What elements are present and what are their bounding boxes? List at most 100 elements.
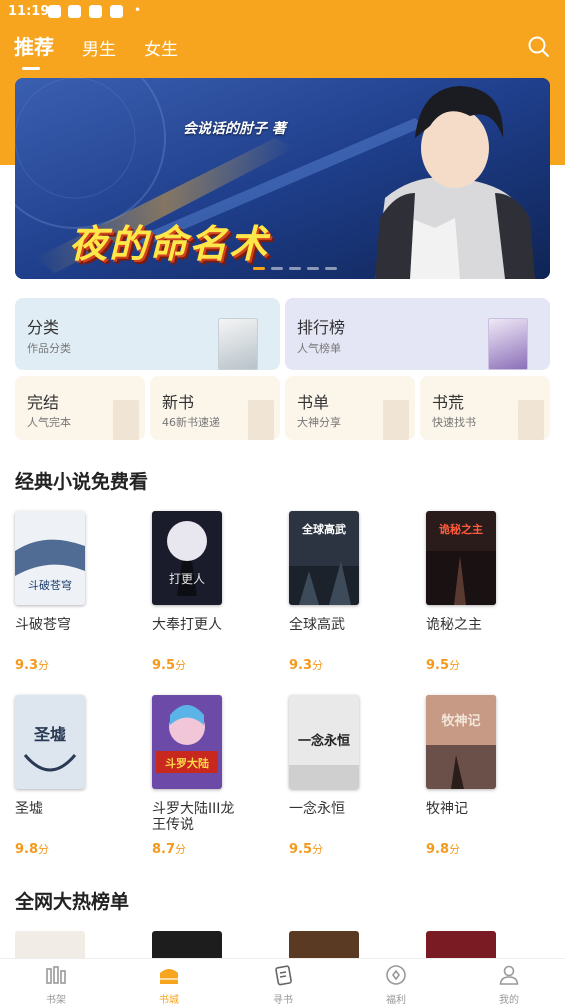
book-title: 斗罗大陆III龙王传说 <box>152 801 235 833</box>
book-title: 牧神记 <box>426 801 468 817</box>
nav-bookshelf[interactable]: 书架 <box>26 963 86 1006</box>
category-title: 新书 <box>162 393 195 412</box>
hot-book-cover[interactable] <box>15 931 85 958</box>
book-title: 一念永恒 <box>289 801 345 817</box>
banner-carousel[interactable]: 会说话的肘子 著 夜的命名术 <box>15 78 550 279</box>
status-bar: 11:19 • <box>0 0 565 24</box>
hot-book-cover[interactable] <box>289 931 359 958</box>
book-item[interactable]: 斗破苍穹 斗破苍穹 9.3分 <box>15 511 135 673</box>
carousel-dot <box>289 267 301 270</box>
nav-profile[interactable]: 我的 <box>479 963 539 1006</box>
category-title: 书荒 <box>432 393 465 412</box>
cover-art: 斗破苍穹 <box>15 539 85 592</box>
notification-icon <box>48 5 61 18</box>
category-card-booklist[interactable]: 书单 大神分享 <box>285 376 415 440</box>
book-cover: 圣墟 <box>15 695 85 789</box>
category-title: 排行榜 <box>297 318 346 337</box>
cover-art: 一念永恒 <box>289 733 359 789</box>
svg-text:圣墟: 圣墟 <box>33 725 66 744</box>
hot-book-cover[interactable] <box>152 931 222 958</box>
svg-text:诡秘之主: 诡秘之主 <box>439 522 483 536</box>
book-score: 9.8分 <box>426 842 461 857</box>
nav-label: 我的 <box>499 995 519 1006</box>
book-cover: 诡秘之主 <box>426 511 496 605</box>
bookshelf-icon <box>46 966 66 984</box>
category-title: 完结 <box>27 393 60 412</box>
category-subtitle: 作品分类 <box>27 342 71 355</box>
book-cover: 牧神记 <box>426 695 496 789</box>
category-card-classify[interactable]: 分类 作品分类 <box>15 298 280 370</box>
category-title: 分类 <box>27 318 60 337</box>
carousel-dot <box>271 267 283 270</box>
book-title: 全球高武 <box>289 617 345 633</box>
category-subtitle: 人气完本 <box>27 416 71 429</box>
welfare-icon <box>386 965 406 985</box>
cover-art: 全球高武 <box>289 522 359 605</box>
category-subtitle: 46新书速递 <box>162 416 220 429</box>
book-item[interactable]: 牧神记 牧神记 9.8分 <box>426 695 546 857</box>
notification-icon <box>89 5 102 18</box>
category-card-new[interactable]: 新书 46新书速递 <box>150 376 280 440</box>
book-score: 9.3分 <box>289 658 324 673</box>
book-cover: 打更人 <box>152 511 222 605</box>
category-title: 书单 <box>297 393 330 412</box>
book-icon <box>518 400 544 440</box>
svg-text:斗破苍穹: 斗破苍穹 <box>28 578 72 592</box>
svg-text:斗罗大陆: 斗罗大陆 <box>165 756 209 770</box>
cover-art: 诡秘之主 <box>426 522 496 605</box>
nav-label: 福利 <box>386 995 406 1006</box>
category-card-ranking[interactable]: 排行榜 人气榜单 <box>285 298 550 370</box>
carousel-indicator <box>253 267 343 270</box>
tab-recommend[interactable]: 推荐 <box>14 31 54 70</box>
book-icon <box>248 400 274 440</box>
book-cover: 斗罗大陆 <box>152 695 222 789</box>
book-cover: 一念永恒 <box>289 695 359 789</box>
bottom-nav: 书架 书城 寻书 福利 我的 <box>0 958 565 1006</box>
category-card-finished[interactable]: 完结 人气完本 <box>15 376 145 440</box>
notification-icon <box>68 5 81 18</box>
nav-welfare[interactable]: 福利 <box>366 963 426 1006</box>
book-icon <box>113 400 139 440</box>
nav-bookstore[interactable]: 书城 <box>139 963 199 1006</box>
book-item[interactable]: 全球高武 全球高武 9.3分 <box>289 511 409 673</box>
book-score: 9.5分 <box>152 658 187 673</box>
cover-art: 圣墟 <box>23 725 77 772</box>
carousel-dot <box>307 267 319 270</box>
book-item[interactable]: 圣墟 圣墟 9.8分 <box>15 695 135 857</box>
section-title-classic: 经典小说免费看 <box>15 471 149 493</box>
hot-book-cover[interactable] <box>426 931 496 958</box>
book-item[interactable]: 斗罗大陆 斗罗大陆III龙王传说 8.7分 <box>152 695 272 857</box>
category-subtitle: 快速找书 <box>432 416 476 429</box>
status-time: 11:19 <box>8 4 50 19</box>
cover-art: 牧神记 <box>426 695 496 789</box>
book-item[interactable]: 诡秘之主 诡秘之主 9.5分 <box>426 511 546 673</box>
category-subtitle: 大神分享 <box>297 416 341 429</box>
banner-title: 夜的命名术 <box>69 222 270 266</box>
book-icon <box>383 400 409 440</box>
bookstore-icon <box>160 969 178 984</box>
channel-tabs: 推荐 男生 女生 <box>14 30 206 70</box>
book-cover: 斗破苍穹 <box>15 511 85 605</box>
carousel-dot <box>253 267 265 270</box>
tab-male[interactable]: 男生 <box>82 35 116 66</box>
search-icon[interactable] <box>527 35 551 59</box>
category-card-find[interactable]: 书荒 快速找书 <box>420 376 550 440</box>
find-book-icon <box>275 965 292 986</box>
profile-icon <box>499 965 519 985</box>
book-score: 9.3分 <box>15 658 50 673</box>
nav-label: 书城 <box>159 995 179 1006</box>
book-title: 斗破苍穹 <box>15 617 71 633</box>
book-stack-icon <box>218 318 258 370</box>
book-item[interactable]: 一念永恒 一念永恒 9.5分 <box>289 695 409 857</box>
book-score: 8.7分 <box>152 842 187 857</box>
svg-text:一念永恒: 一念永恒 <box>298 733 350 749</box>
book-item[interactable]: 打更人 大奉打更人 9.5分 <box>152 511 272 673</box>
banner-author: 会说话的肘子 著 <box>183 121 286 137</box>
status-dot: • <box>134 3 142 17</box>
carousel-dot <box>325 267 337 270</box>
section-title-hot: 全网大热榜单 <box>15 891 130 913</box>
tab-female[interactable]: 女生 <box>144 35 178 66</box>
nav-find-book[interactable]: 寻书 <box>253 963 313 1006</box>
svg-text:牧神记: 牧神记 <box>441 713 480 729</box>
book-cover: 全球高武 <box>289 511 359 605</box>
